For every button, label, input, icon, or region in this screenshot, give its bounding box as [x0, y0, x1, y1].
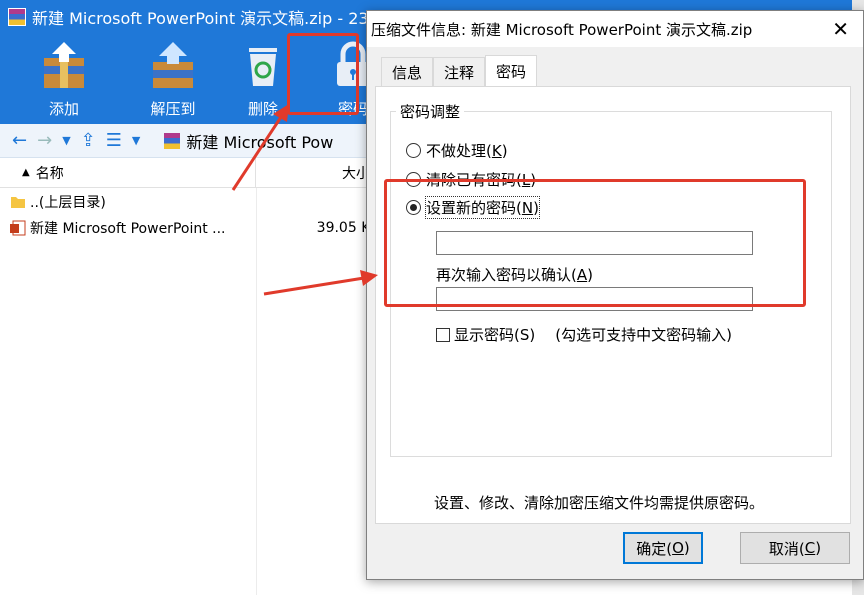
dropdown-icon[interactable]: ▼ — [62, 134, 70, 147]
list-view-icon[interactable]: ☰ — [106, 130, 122, 151]
password-note: 设置、修改、清除加密压缩文件均需提供原密码。 — [434, 494, 765, 512]
dialog-title: 压缩文件信息: 新建 Microsoft PowerPoint 演示文稿.zip — [371, 20, 753, 39]
powerpoint-file-icon — [10, 220, 26, 236]
add-button[interactable]: 添加 — [0, 34, 128, 124]
show-password-row[interactable]: 显示密码(S) (勾选可支持中文密码输入) — [436, 324, 732, 345]
up-folder-icon[interactable]: ⇪ — [81, 130, 96, 151]
highlight-password-button — [287, 33, 359, 115]
dialog-titlebar: 压缩文件信息: 新建 Microsoft PowerPoint 演示文稿.zip… — [367, 11, 863, 47]
recycle-bin-icon — [249, 48, 277, 86]
radio-no-change[interactable] — [406, 143, 421, 158]
back-arrow-icon[interactable]: ← — [12, 130, 27, 151]
highlight-new-password-section — [384, 179, 806, 307]
show-password-checkbox[interactable] — [436, 327, 450, 342]
close-icon[interactable]: ✕ — [832, 17, 849, 41]
option-no-change[interactable]: 不做处理(K) — [406, 140, 508, 161]
extract-button[interactable]: 解压到 — [128, 34, 218, 124]
group-title: 密码调整 — [396, 101, 465, 122]
zip-file-icon — [164, 132, 181, 149]
cancel-button[interactable]: 取消(C) — [740, 532, 850, 564]
tab-password[interactable]: 密码 — [485, 55, 538, 87]
sort-arrow-icon: ▲ — [22, 167, 30, 178]
app-title: 新建 Microsoft PowerPoint 演示文稿.zip - 2345 — [32, 9, 389, 28]
tab-comment[interactable]: 注释 — [433, 57, 486, 87]
column-divider — [256, 188, 257, 595]
folder-icon — [11, 197, 25, 208]
tab-strip: 信息 注释 密码 — [381, 55, 538, 87]
tab-info[interactable]: 信息 — [381, 57, 434, 87]
annotation-arrow-right — [263, 270, 378, 296]
extract-icon — [153, 42, 193, 88]
ok-button[interactable]: 确定(O) — [623, 532, 703, 564]
column-name[interactable]: ▲ 名称 — [0, 158, 256, 187]
add-archive-icon — [44, 42, 84, 88]
screen: 新建 Microsoft PowerPoint 演示文稿.zip - 2345 … — [0, 0, 864, 595]
annotation-arrow-up — [231, 104, 289, 191]
list-item[interactable]: ..(上层目录) — [0, 189, 380, 215]
list-item[interactable]: 新建 Microsoft PowerPoint ... 39.05 KB — [0, 215, 380, 241]
view-dropdown-icon[interactable]: ▼ — [132, 134, 140, 147]
forward-arrow-icon[interactable]: → — [37, 130, 52, 151]
app-logo-icon — [8, 8, 26, 26]
